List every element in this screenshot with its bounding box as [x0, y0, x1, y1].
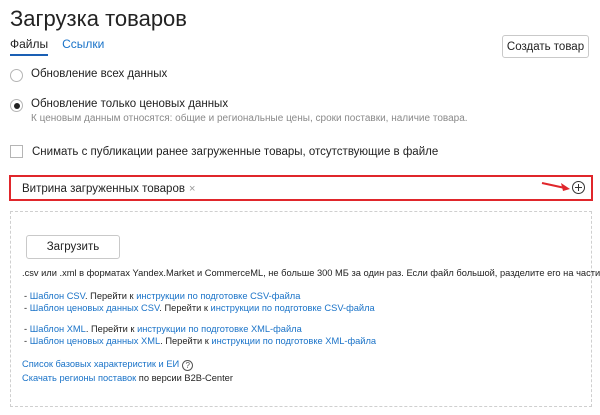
csv-template-line: - Шаблон CSV. Перейти к инструкции по по… — [24, 291, 300, 301]
csv-guide-link[interactable]: инструкции по подготовке CSV-файла — [136, 291, 300, 301]
radio-selected-dot — [13, 102, 20, 109]
option-update-all[interactable]: Обновление всех данных — [10, 68, 167, 82]
csv-template-goto: . Перейти к — [84, 291, 137, 301]
regions-line: Скачать регионы поставок по версии B2B-C… — [22, 373, 233, 383]
unpublish-checkbox[interactable] — [10, 145, 23, 158]
characteristics-link[interactable]: Список базовых характеристик и ЕИ — [22, 359, 179, 369]
csv-price-goto: . Перейти к — [159, 303, 211, 313]
red-arrow-icon — [541, 182, 570, 191]
option-update-prices-hint: К ценовым данным относятся: общие и реги… — [31, 113, 468, 124]
unpublish-label: Снимать с публикации ранее загруженные т… — [32, 145, 439, 158]
option-update-all-label: Обновление всех данных — [31, 68, 168, 80]
csv-price-template-link[interactable]: Шаблон ценовых данных CSV — [30, 303, 160, 313]
csv-price-guide-link[interactable]: инструкции по подготовке CSV-файла — [211, 303, 375, 313]
xml-price-template-line: - Шаблон ценовых данных XML. Перейти к и… — [24, 336, 376, 346]
tab-files[interactable]: Файлы — [10, 37, 49, 56]
xml-price-goto: . Перейти к — [160, 336, 212, 346]
regions-suffix: по версии B2B-Center — [136, 373, 233, 383]
formats-text: .csv или .xml в форматах Yandex.Market и… — [22, 268, 600, 278]
radio-update-prices[interactable] — [10, 99, 23, 112]
tab-links[interactable]: Ссылки — [62, 37, 104, 56]
upload-area[interactable]: Загрузить .csv или .xml в форматах Yande… — [10, 211, 600, 407]
showcase-tag-label: Витрина загруженных товаров — [22, 183, 185, 195]
upload-button[interactable]: Загрузить — [26, 235, 120, 259]
create-product-button[interactable]: Создать товар — [502, 35, 589, 58]
showcase-field[interactable]: Витрина загруженных товаров × — [9, 175, 593, 201]
option-update-prices[interactable]: Обновление только ценовых данных К ценов… — [10, 98, 468, 124]
xml-template-goto: . Перейти к — [85, 324, 138, 334]
xml-guide-link[interactable]: инструкции по подготовке XML-файла — [137, 324, 302, 334]
regions-link[interactable]: Скачать регионы поставок — [22, 373, 136, 383]
tag-remove-icon[interactable]: × — [189, 183, 195, 195]
xml-price-guide-link[interactable]: инструкции по подготовке XML-файла — [211, 336, 376, 346]
xml-price-template-link[interactable]: Шаблон ценовых данных XML — [30, 336, 160, 346]
tabs: Файлы Ссылки — [10, 37, 104, 56]
unpublish-option[interactable]: Снимать с публикации ранее загруженные т… — [10, 145, 438, 158]
add-showcase-icon[interactable] — [572, 181, 585, 194]
csv-template-link[interactable]: Шаблон CSV — [30, 291, 85, 301]
radio-update-all[interactable] — [10, 69, 23, 82]
xml-template-link[interactable]: Шаблон XML — [30, 324, 86, 334]
option-update-prices-label: Обновление только ценовых данных — [31, 98, 229, 110]
csv-price-template-line: - Шаблон ценовых данных CSV. Перейти к и… — [24, 303, 375, 313]
page-title: Загрузка товаров — [10, 6, 187, 31]
help-icon[interactable]: ? — [182, 360, 194, 371]
xml-template-line: - Шаблон XML. Перейти к инструкции по по… — [24, 324, 302, 334]
showcase-tag: Витрина загруженных товаров × — [22, 183, 195, 195]
characteristics-line: Список базовых характеристик и ЕИ? — [22, 359, 194, 371]
